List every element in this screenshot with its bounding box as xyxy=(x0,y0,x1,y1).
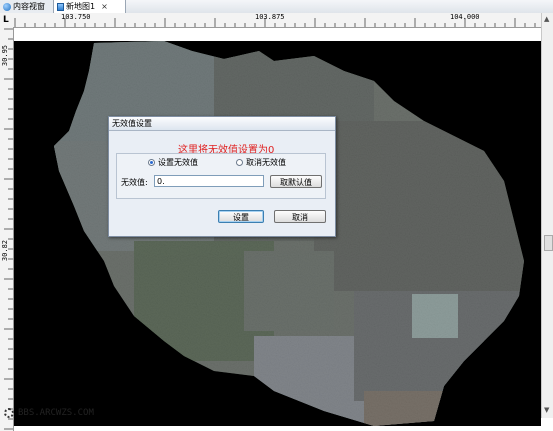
radio-label: 设置无效值 xyxy=(158,158,198,167)
tab-label: 内容视窗 xyxy=(13,2,45,11)
vertical-ruler: 30.95 30.82 xyxy=(0,27,14,431)
watermark-text: BBS.ARCWZS.COM xyxy=(18,408,94,418)
y-tick-label: 30.82 xyxy=(1,240,9,262)
get-default-button[interactable]: 取默认值 xyxy=(270,175,322,188)
x-tick-label: 104.000 xyxy=(450,13,480,21)
invalid-value-label: 无效值: xyxy=(121,178,148,187)
radio-checked-icon xyxy=(148,159,155,166)
scroll-thumb[interactable] xyxy=(544,235,553,251)
close-icon[interactable]: × xyxy=(101,2,108,11)
radio-cancel-invalid[interactable]: 取消无效值 xyxy=(236,157,286,168)
ruler-corner-label: L xyxy=(3,15,9,25)
scroll-down-icon[interactable]: ▼ xyxy=(544,406,549,414)
scroll-up-icon[interactable]: ▲ xyxy=(544,15,549,23)
radio-unchecked-icon xyxy=(236,159,243,166)
set-button[interactable]: 设置 xyxy=(218,210,264,223)
ruler-ticks xyxy=(4,28,13,430)
document-tab-bar: 内容视窗 新地图1 × xyxy=(0,0,553,14)
vertical-scrollbar[interactable]: ▲ ▼ xyxy=(541,13,553,418)
dialog-title: 无效值设置 xyxy=(109,117,335,131)
map-icon xyxy=(57,2,64,11)
y-tick-label: 30.95 xyxy=(1,45,9,67)
gear-icon xyxy=(4,408,14,418)
globe-icon xyxy=(3,2,11,11)
invalid-value-field[interactable]: 0. xyxy=(154,175,264,187)
cancel-button[interactable]: 取消 xyxy=(274,210,326,223)
radio-set-invalid[interactable]: 设置无效值 xyxy=(148,157,198,168)
tab-label: 新地图1 xyxy=(66,2,96,11)
horizontal-ruler: 103.750 103.875 104.000 xyxy=(13,13,541,28)
watermark: BBS.ARCWZS.COM xyxy=(4,408,94,418)
radio-label: 取消无效值 xyxy=(246,158,286,167)
tab-content-view[interactable]: 内容视窗 xyxy=(0,0,59,13)
x-tick-label: 103.875 xyxy=(255,13,285,21)
tab-new-map[interactable]: 新地图1 × xyxy=(53,0,126,13)
ruler-corner[interactable]: L xyxy=(0,13,14,28)
x-tick-label: 103.750 xyxy=(61,13,91,21)
